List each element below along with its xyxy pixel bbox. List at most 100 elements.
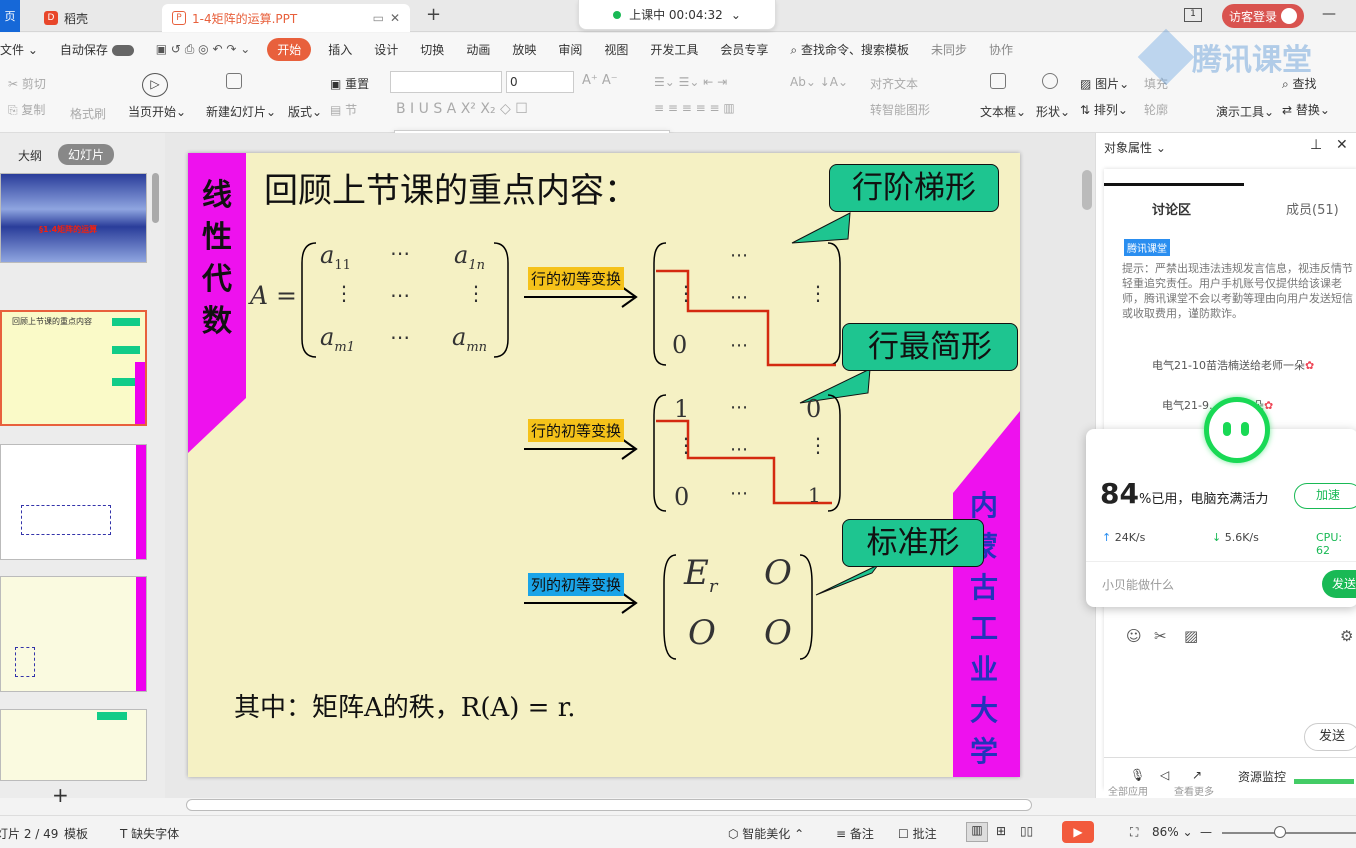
- new-tab-button[interactable]: +: [426, 4, 441, 25]
- slide-thumbnail-3[interactable]: [0, 444, 147, 560]
- editor-vertical-scrollbar[interactable]: [1082, 170, 1092, 210]
- comment-button[interactable]: ☐ 批注: [898, 825, 937, 842]
- picture-button[interactable]: ▨ 图片⌄: [1080, 75, 1129, 92]
- emoji-icon[interactable]: ☺: [1126, 627, 1142, 645]
- zoom-out-icon[interactable]: —: [1200, 825, 1212, 839]
- menu-devtools[interactable]: 开发工具: [639, 41, 709, 58]
- pin-icon[interactable]: ⊥: [1310, 137, 1322, 153]
- close-icon[interactable]: ✕: [1336, 137, 1348, 153]
- quick-access-icons[interactable]: ▣ ↺ ⎙ ◎ ↶ ↷ ⌄: [145, 42, 262, 57]
- thumbnail-scrollbar[interactable]: [152, 173, 159, 223]
- format-painter-button[interactable]: 格式刷: [70, 105, 106, 122]
- notes-button[interactable]: ≡ 备注: [836, 825, 874, 842]
- minimize-icon[interactable]: —: [1322, 6, 1336, 22]
- see-more-link[interactable]: 查看更多: [1174, 783, 1214, 798]
- menu-animation[interactable]: 动画: [455, 41, 501, 58]
- font-size-select[interactable]: 0: [506, 71, 574, 93]
- all-apps-link[interactable]: 全部应用: [1108, 783, 1148, 798]
- flower-icon: ✿: [1304, 359, 1315, 372]
- live-status[interactable]: 上课中 00:04:32 ⌄: [578, 0, 776, 30]
- microphone-icon[interactable]: 🎙: [1130, 768, 1145, 782]
- shape-button[interactable]: 形状⌄: [1036, 103, 1070, 120]
- object-properties-title[interactable]: 对象属性 ⌄: [1104, 139, 1166, 156]
- layout-button[interactable]: 版式⌄: [288, 103, 322, 120]
- tab-discussion[interactable]: 讨论区: [1152, 199, 1191, 218]
- menu-review[interactable]: 审阅: [547, 41, 593, 58]
- matrix-3-right-paren: [799, 554, 813, 660]
- present-tools-button[interactable]: 演示工具⌄: [1216, 103, 1274, 120]
- section-button[interactable]: ▤ 节: [330, 101, 357, 118]
- smart-graphic-button[interactable]: 转智能图形: [870, 101, 930, 118]
- list-icons[interactable]: ☰⌄ ☰⌄ ⇤ ⇥: [654, 75, 727, 89]
- font-size-adjust-icons[interactable]: A⁺ A⁻: [582, 73, 618, 88]
- settings-icon[interactable]: ⚙: [1340, 627, 1353, 645]
- zoom-level[interactable]: 86% ⌄: [1152, 825, 1193, 839]
- autosave-toggle[interactable]: 自动保存: [49, 41, 145, 58]
- textbox-button[interactable]: 文本框⌄: [980, 103, 1026, 120]
- font-style-icons[interactable]: B I U S A X² X₂ ◇ ☐: [396, 101, 528, 117]
- replace-button[interactable]: ⇄ 替换⌄: [1282, 101, 1330, 118]
- zoom-slider[interactable]: [1222, 832, 1356, 834]
- menu-member[interactable]: 会员专享: [709, 41, 779, 58]
- reset-button[interactable]: ▣ 重置: [330, 75, 369, 92]
- right-band-char: 学: [970, 735, 999, 768]
- menu-transition[interactable]: 切换: [409, 41, 455, 58]
- resource-monitor[interactable]: 资源监控: [1238, 768, 1286, 785]
- slide-thumbnail-2[interactable]: 回顾上节课的重点内容: [0, 310, 147, 426]
- tab-document[interactable]: P 1-4矩阵的运算.PPT ▭ ✕: [162, 4, 410, 32]
- missing-font-button[interactable]: T 缺失字体: [120, 825, 179, 842]
- reading-view-icon[interactable]: ▯▯: [1020, 824, 1033, 838]
- tab-members[interactable]: 成员(51): [1286, 199, 1339, 218]
- align-text-button[interactable]: 对齐文本: [870, 75, 918, 92]
- image-icon[interactable]: ▨: [1184, 627, 1198, 645]
- play-icon[interactable]: ▷: [142, 73, 168, 97]
- login-button[interactable]: 访客登录: [1222, 4, 1304, 28]
- paragraph-align-icons[interactable]: ≡ ≡ ≡ ≡ ≡ ▥: [654, 101, 735, 115]
- font-name-select[interactable]: [390, 71, 502, 93]
- outline-button[interactable]: 轮廓: [1144, 101, 1168, 118]
- menu-file[interactable]: 文件 ⌄: [0, 41, 49, 58]
- assistant-mascot-icon[interactable]: [1204, 397, 1270, 463]
- assistant-send-button[interactable]: 发送: [1322, 570, 1356, 598]
- new-slide-label: 新建幻灯片: [206, 105, 267, 119]
- slides-tab[interactable]: 幻灯片: [58, 144, 115, 165]
- home-tab[interactable]: 页: [0, 0, 20, 32]
- slide-thumbnail-5[interactable]: [0, 709, 147, 781]
- collab-button[interactable]: 协作: [978, 41, 1024, 58]
- add-slide-button[interactable]: +: [52, 783, 69, 807]
- menu-start[interactable]: 开始: [267, 37, 312, 61]
- zoom-slider-thumb[interactable]: [1274, 826, 1286, 838]
- monitor-icon[interactable]: ▭: [373, 11, 384, 25]
- fit-window-icon[interactable]: ⛶: [1130, 825, 1138, 840]
- window-count[interactable]: 1: [1184, 8, 1202, 22]
- speedup-button[interactable]: 加速: [1294, 483, 1356, 509]
- menu-design[interactable]: 设计: [363, 41, 409, 58]
- normal-view-icon[interactable]: ▥: [966, 822, 988, 842]
- close-tab-icon[interactable]: ✕: [390, 11, 400, 25]
- sorter-view-icon[interactable]: ⊞: [996, 824, 1006, 838]
- template-button[interactable]: 模板: [64, 825, 88, 842]
- cut-button[interactable]: ✂ 剪切: [8, 75, 46, 92]
- beautify-button[interactable]: ⬡ 智能美化 ⌃: [728, 825, 804, 842]
- send-button[interactable]: 发送: [1304, 723, 1356, 751]
- sync-status[interactable]: 未同步: [920, 41, 978, 58]
- menu-view[interactable]: 视图: [593, 41, 639, 58]
- editor-horizontal-scrollbar[interactable]: [186, 799, 1032, 811]
- outline-tab[interactable]: 大纲: [18, 147, 42, 164]
- play-from-current-button[interactable]: 当页开始⌄: [128, 103, 186, 120]
- new-slide-button[interactable]: 新建幻灯片⌄: [206, 103, 276, 120]
- play-slideshow-button[interactable]: ▶: [1062, 821, 1094, 843]
- menu-slideshow[interactable]: 放映: [501, 41, 547, 58]
- search-command[interactable]: ⌕ 查找命令、搜索模板: [779, 41, 920, 58]
- share-icon[interactable]: ↗: [1192, 768, 1202, 782]
- tab-daoke[interactable]: D 稻壳: [34, 4, 98, 32]
- text-direction-icons[interactable]: Ab⌄ ↓A⌄: [790, 75, 848, 89]
- assistant-input[interactable]: 小贝能做什么 发送: [1086, 561, 1356, 607]
- speaker-icon[interactable]: ◁: [1160, 768, 1169, 782]
- scissors-icon[interactable]: ✂: [1154, 627, 1167, 645]
- slide-thumbnail-1[interactable]: §1.4矩阵的运算: [0, 173, 147, 263]
- menu-insert[interactable]: 插入: [317, 41, 363, 58]
- slide-thumbnail-4[interactable]: [0, 576, 147, 692]
- copy-button[interactable]: ⎘ 复制: [8, 101, 45, 118]
- arrange-button[interactable]: ⇅ 排列⌄: [1080, 101, 1128, 118]
